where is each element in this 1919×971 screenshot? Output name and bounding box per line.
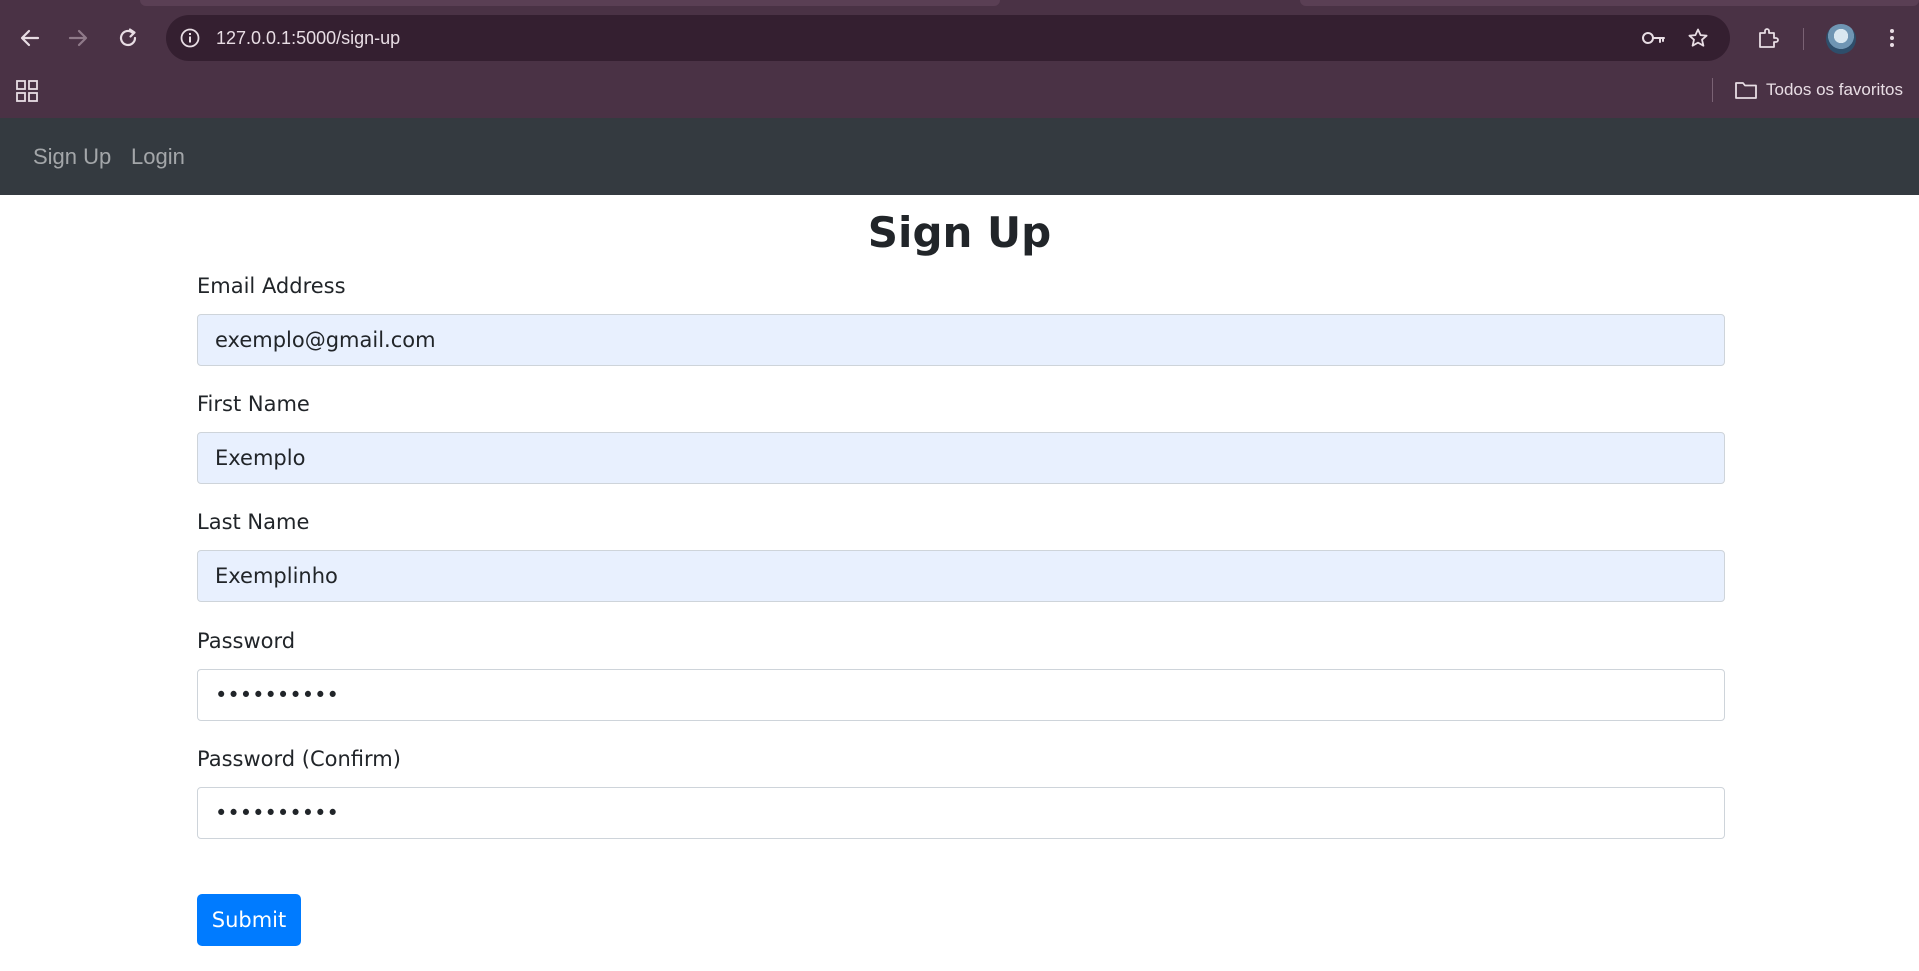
arrow-right-icon xyxy=(68,29,88,47)
bookmark-star-button[interactable] xyxy=(1684,24,1712,52)
email-field[interactable] xyxy=(197,314,1725,366)
browser-chrome: 127.0.0.1:5000/sign-up Todos os favorito… xyxy=(0,0,1919,118)
puzzle-icon xyxy=(1759,28,1779,48)
password-field[interactable] xyxy=(197,669,1725,721)
nav-link-login[interactable]: Login xyxy=(131,118,185,195)
arrow-left-icon xyxy=(20,29,40,47)
all-bookmarks-folder[interactable]: Todos os favoritos xyxy=(1734,76,1903,104)
info-icon xyxy=(180,28,200,48)
extensions-button[interactable] xyxy=(1750,20,1786,56)
back-button[interactable] xyxy=(12,20,48,56)
folder-icon xyxy=(1735,82,1757,99)
first-name-field[interactable] xyxy=(197,432,1725,484)
password-manager-button[interactable] xyxy=(1640,24,1668,52)
kebab-menu-icon xyxy=(1890,29,1894,47)
last-name-field[interactable] xyxy=(197,550,1725,602)
apps-grid-icon xyxy=(16,80,38,102)
profile-avatar[interactable] xyxy=(1826,24,1856,54)
star-icon xyxy=(1688,28,1708,47)
browser-menu-button[interactable] xyxy=(1874,20,1910,56)
address-bar[interactable]: 127.0.0.1:5000/sign-up xyxy=(166,15,1730,61)
reload-button[interactable] xyxy=(110,20,146,56)
email-label: Email Address xyxy=(197,274,346,298)
submit-button[interactable]: Submit xyxy=(197,894,301,946)
url-text[interactable]: 127.0.0.1:5000/sign-up xyxy=(216,15,400,61)
toolbar-divider xyxy=(1803,28,1804,50)
bookmarks-bar: Todos os favoritos xyxy=(0,70,1919,110)
bookmarks-divider xyxy=(1712,78,1713,102)
site-navbar: Sign Up Login xyxy=(0,118,1919,195)
first-name-label: First Name xyxy=(197,392,310,416)
password-label: Password xyxy=(197,629,296,653)
password-confirm-label: Password (Confirm) xyxy=(197,747,401,771)
password-confirm-field[interactable] xyxy=(197,787,1725,839)
key-icon xyxy=(1642,32,1665,44)
apps-button[interactable] xyxy=(14,78,40,104)
nav-link-sign-up[interactable]: Sign Up xyxy=(33,118,111,195)
site-info-button[interactable] xyxy=(176,24,204,52)
reload-icon xyxy=(119,28,137,47)
page-title: Sign Up xyxy=(867,208,1052,257)
all-bookmarks-label: Todos os favoritos xyxy=(1765,80,1903,99)
tab-strip-edge xyxy=(140,0,1000,6)
browser-toolbar: 127.0.0.1:5000/sign-up xyxy=(0,10,1919,66)
forward-button[interactable] xyxy=(60,20,96,56)
tab-strip-edge xyxy=(1300,0,1919,6)
last-name-label: Last Name xyxy=(197,510,310,534)
